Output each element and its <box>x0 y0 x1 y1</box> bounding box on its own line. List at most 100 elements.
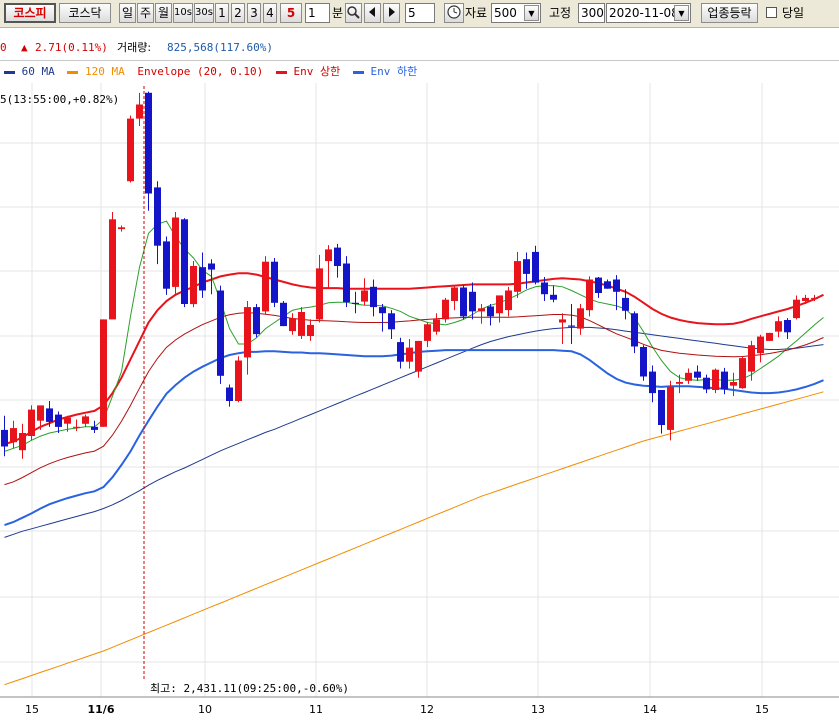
clock-button[interactable] <box>444 3 464 23</box>
down-candle <box>55 414 62 427</box>
up-candle <box>235 360 242 401</box>
legend-env-upper[interactable]: Env 상한 <box>293 65 340 78</box>
same-day-label: 당일 <box>782 6 805 20</box>
x-tick-label: 14 <box>643 703 657 716</box>
up-candle <box>442 299 449 320</box>
30s-button[interactable]: 30s <box>194 3 214 23</box>
date-select[interactable]: 2020-11-08 ▼ <box>606 3 691 23</box>
candles <box>1 91 818 459</box>
2min-button[interactable]: 2 <box>231 3 245 23</box>
down-candle <box>694 371 701 378</box>
env-lower-line <box>4 349 824 527</box>
up-candle <box>802 297 809 301</box>
data-count-label: 자료 <box>465 6 488 20</box>
up-candle <box>100 319 107 427</box>
down-candle <box>397 342 404 362</box>
legend-env-lower[interactable]: Env 하한 <box>370 65 417 78</box>
up-candle <box>64 417 71 424</box>
chevron-down-icon[interactable]: ▼ <box>524 5 539 21</box>
sector-change-button[interactable]: 업종등락 <box>701 3 758 23</box>
legend-ma120[interactable]: 120 MA <box>85 65 125 78</box>
env-upper-line <box>4 272 824 445</box>
scroll-left-button[interactable] <box>364 3 381 23</box>
down-candle <box>199 267 206 291</box>
up-candle <box>433 319 440 332</box>
chart-legend: 60 MA 120 MA Envelope (20, 0.10) Env 상한 … <box>0 63 417 81</box>
env-lower-swatch <box>352 70 364 74</box>
zoom-search-button[interactable] <box>345 3 362 23</box>
down-candle <box>334 247 341 266</box>
3min-button[interactable]: 3 <box>247 3 261 23</box>
fixed-input[interactable]: 300 <box>578 3 605 23</box>
ma20-line <box>4 220 824 452</box>
up-candle <box>289 318 296 332</box>
down-candle <box>343 263 350 303</box>
down-candle <box>271 261 278 303</box>
fixed-label: 고정 <box>549 6 572 20</box>
price-info-bar: 0 ▲ 2.71(0.11%) 거래량: 825,568(117.60%) <box>0 36 839 61</box>
week-button[interactable]: 주 <box>137 3 154 23</box>
legend-ma60[interactable]: 60 MA <box>22 65 55 78</box>
down-candle <box>631 313 638 347</box>
ma60-line <box>4 326 824 538</box>
up-candle <box>775 321 782 332</box>
data-count-select[interactable]: 500 ▼ <box>491 3 541 23</box>
up-candle <box>262 261 269 312</box>
4min-button[interactable]: 4 <box>263 3 277 23</box>
up-candle <box>478 308 485 312</box>
kosdaq-tab[interactable]: 코스닥 <box>59 3 111 23</box>
up-candle <box>82 416 89 424</box>
down-candle <box>595 277 602 293</box>
price-change: 2.71(0.11%) <box>35 41 108 54</box>
up-candle <box>766 332 773 341</box>
1min-button[interactable]: 1 <box>215 3 229 23</box>
month-button[interactable]: 월 <box>155 3 172 23</box>
indicator-lines <box>4 220 824 686</box>
high-note: 최고: 2,431.11(09:25:00,-0.60%) <box>150 682 349 695</box>
volume-value: 825,568(117.60%) <box>167 41 273 54</box>
scroll-right-button[interactable] <box>383 3 400 23</box>
down-candle <box>532 251 539 283</box>
up-candle <box>37 405 44 421</box>
chevron-down-icon[interactable]: ▼ <box>674 5 689 21</box>
up-candle <box>325 249 332 262</box>
up-candle <box>307 324 314 336</box>
up-candle <box>496 295 503 314</box>
5min-button[interactable]: 5 <box>280 3 302 23</box>
down-candle <box>280 302 287 327</box>
x-tick-label: 12 <box>420 703 434 716</box>
down-candle <box>487 306 494 317</box>
ma60-swatch <box>4 70 15 74</box>
legend-envelope[interactable]: Envelope (20, 0.10) <box>137 65 263 78</box>
x-tick-label: 13 <box>531 703 545 716</box>
up-candle <box>730 382 737 386</box>
down-candle <box>217 290 224 376</box>
x-axis: 15 11/6 10 11 12 13 14 15 <box>25 703 769 716</box>
same-day-checkbox[interactable] <box>766 7 777 18</box>
up-candle <box>667 386 674 430</box>
up-candle <box>298 312 305 336</box>
down-candle <box>388 313 395 330</box>
up-candle <box>514 261 521 292</box>
volume-label: 거래량: <box>117 41 152 54</box>
day-button[interactable]: 일 <box>119 3 136 23</box>
up-candle <box>316 268 323 320</box>
arrow-left-icon <box>369 7 375 17</box>
down-candle <box>352 302 359 304</box>
interval-input[interactable]: 1 <box>305 3 330 23</box>
down-candle <box>640 347 647 377</box>
up-candle <box>793 299 800 319</box>
kospi-tab[interactable]: 코스피 <box>4 3 56 23</box>
up-candle <box>172 217 179 287</box>
up-candle <box>190 266 197 305</box>
candlestick-chart[interactable]: 15 11/6 10 11 12 13 14 15 5(13:55:00,+0.82%) 최고… <box>0 0 839 723</box>
up-candle <box>361 290 368 302</box>
up-candle <box>505 290 512 311</box>
x-tick-label: 11 <box>309 703 323 716</box>
step-input[interactable]: 5 <box>405 3 435 23</box>
10s-button[interactable]: 10s <box>173 3 193 23</box>
price-prefix: 0 <box>0 41 7 54</box>
ma120-line <box>4 391 824 686</box>
x-tick-label: 11/6 <box>88 703 115 716</box>
down-candle <box>568 325 575 327</box>
